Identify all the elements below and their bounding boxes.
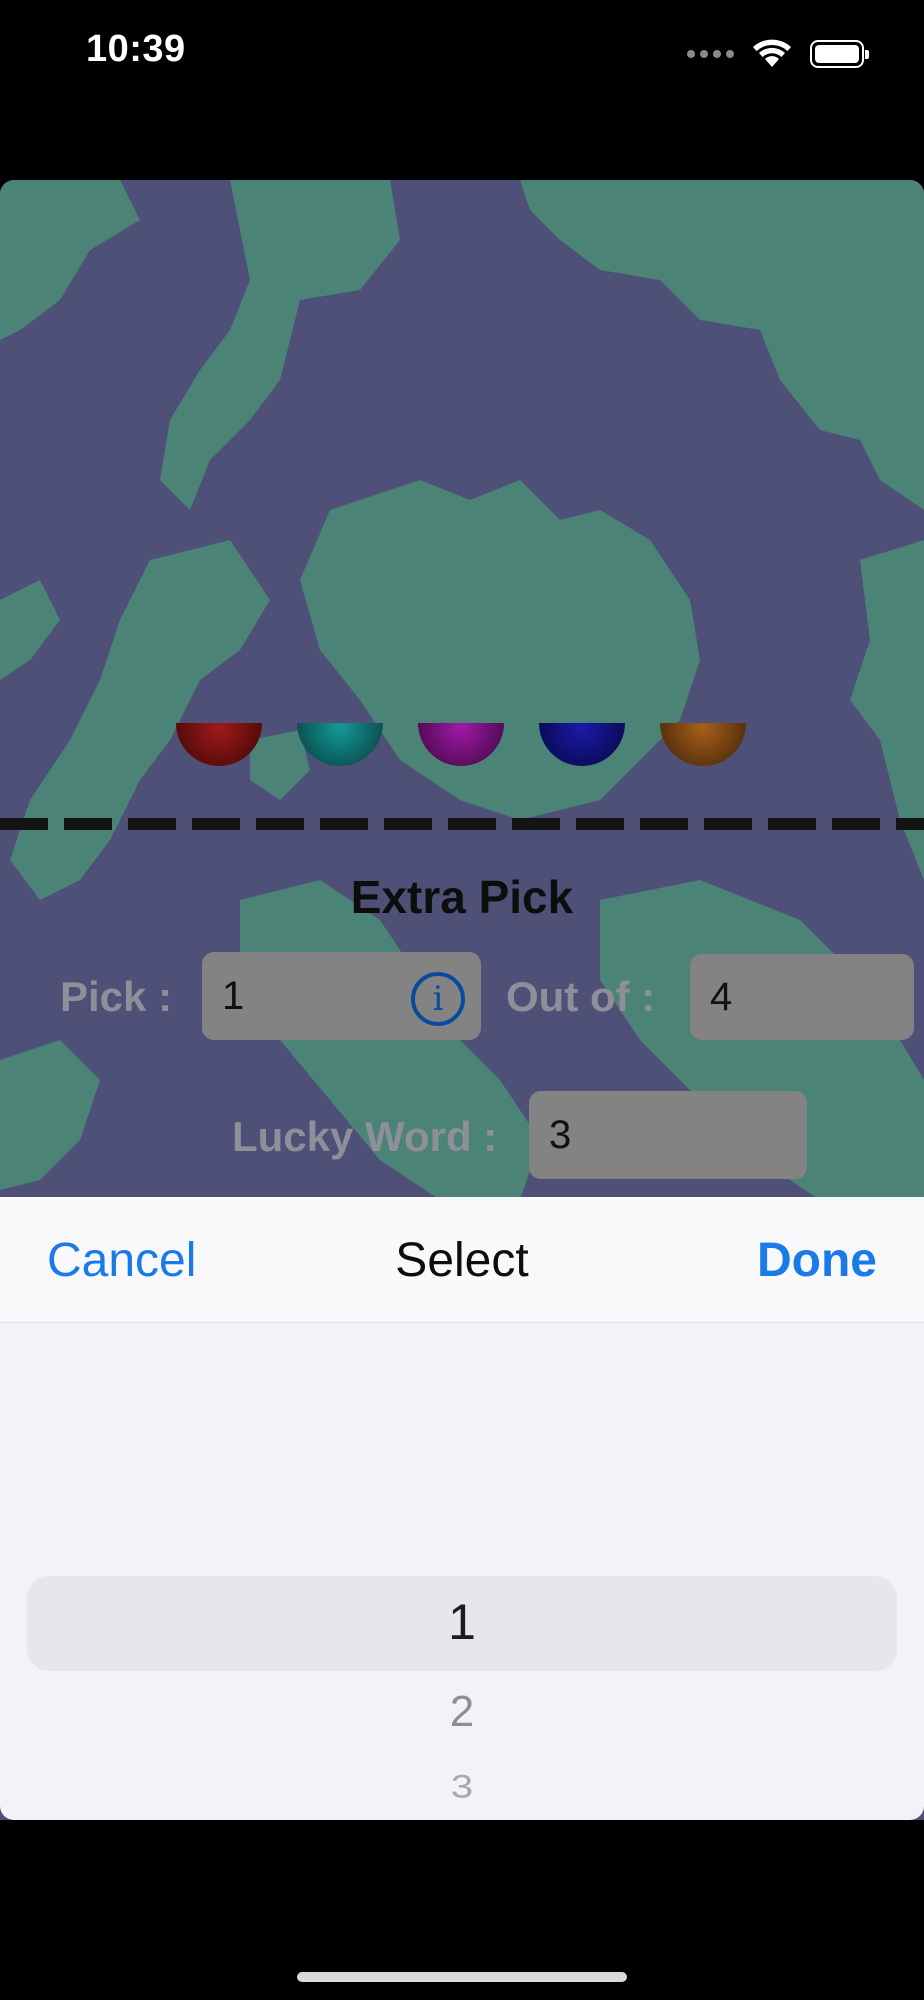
picker-option[interactable]: 3 (0, 1770, 924, 1806)
picker-wheel[interactable]: 1 2 3 (0, 1323, 924, 1820)
status-bar: 10:39 (0, 0, 924, 110)
pick-field[interactable]: 1 i (202, 952, 481, 1040)
lucky-word-label: Lucky Word : (232, 1113, 498, 1160)
lucky-word-value: 3 (549, 1112, 572, 1157)
picker-toolbar: Cancel Select Done (0, 1197, 924, 1323)
picker-option-selected[interactable]: 1 (0, 1593, 924, 1651)
cancel-button[interactable]: Cancel (47, 1233, 196, 1288)
wifi-icon (753, 39, 791, 67)
out-of-field[interactable]: 4 (690, 954, 914, 1040)
cellular-dots-icon (687, 50, 734, 58)
pick-label: Pick : (60, 973, 173, 1020)
ball-blue (539, 723, 625, 766)
ball-red (176, 723, 262, 766)
dashed-divider (0, 818, 924, 830)
status-time: 10:39 (86, 28, 186, 70)
ball-teal (297, 723, 383, 766)
info-circle-icon[interactable]: i (411, 972, 465, 1026)
ball-purple (418, 723, 504, 766)
ball-row (0, 723, 924, 783)
status-icons (687, 34, 869, 74)
picker-option[interactable]: 2 (0, 1687, 924, 1737)
out-of-label: Out of : (506, 973, 656, 1020)
out-of-value: 4 (710, 974, 733, 1019)
pick-value: 1 (222, 973, 245, 1018)
battery-full-icon (810, 40, 869, 68)
lucky-word-field[interactable]: 3 (529, 1091, 807, 1179)
done-button[interactable]: Done (757, 1233, 877, 1288)
ball-orange (660, 723, 746, 766)
home-indicator[interactable] (297, 1972, 627, 1982)
section-title: Extra Pick (350, 871, 574, 923)
